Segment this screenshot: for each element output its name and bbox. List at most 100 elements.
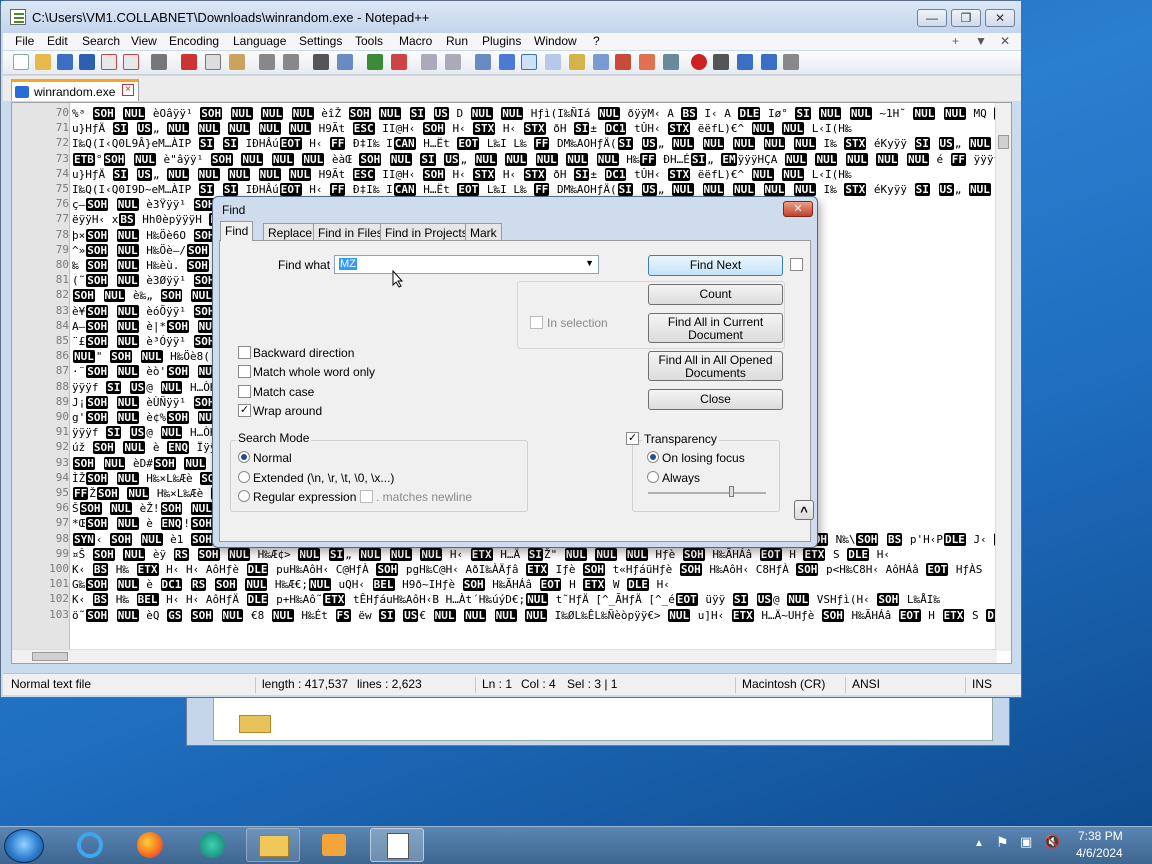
network-icon[interactable]: ▣ (1020, 834, 1032, 850)
record-macro-icon[interactable] (691, 54, 707, 70)
notepadpp-taskbar-icon[interactable] (370, 828, 424, 862)
stop-macro-icon[interactable] (713, 54, 729, 70)
collapse-dialog-button[interactable]: ^ (794, 500, 814, 520)
indent-guide-icon[interactable] (521, 54, 537, 70)
eye-icon[interactable] (663, 54, 679, 70)
tab-find-in-projects[interactable]: Find in Projects (380, 223, 473, 241)
folder-workspace-icon[interactable] (615, 54, 631, 70)
zoom-in-icon[interactable] (367, 54, 383, 70)
close-file-icon[interactable] (101, 54, 117, 70)
menu-language[interactable]: Language (233, 34, 286, 48)
maximize-button[interactable]: ❐ (951, 9, 981, 27)
paste-icon[interactable] (229, 54, 245, 70)
action-center-flag-icon[interactable]: ⚑ (996, 834, 1009, 851)
redo-icon[interactable] (283, 54, 299, 70)
menu-run[interactable]: Run (446, 34, 468, 48)
file-explorer-icon[interactable] (246, 828, 300, 862)
vertical-scroll-thumb[interactable] (998, 135, 1009, 149)
udl-icon[interactable] (545, 54, 561, 70)
internet-explorer-icon[interactable] (64, 828, 118, 862)
transparency-slider-thumb[interactable] (729, 486, 734, 497)
find-next-option-checkbox[interactable] (790, 258, 803, 271)
menu-plugins[interactable]: Plugins (482, 34, 521, 48)
new-file-icon[interactable] (13, 54, 29, 70)
normal-mode-radio[interactable] (238, 451, 250, 463)
menu-tools[interactable]: Tools (355, 34, 383, 48)
find-what-input[interactable]: MZ (339, 258, 357, 270)
save-macro-icon[interactable] (783, 54, 799, 70)
show-hidden-icons[interactable]: ▲ (974, 838, 984, 849)
find-all-current-button[interactable]: Find All in Current Document (648, 313, 783, 343)
start-button[interactable] (4, 829, 44, 863)
transparency-slider-track[interactable] (648, 492, 766, 494)
menu-edit[interactable]: Edit (47, 34, 68, 48)
close-all-icon[interactable] (123, 54, 139, 70)
menu-file[interactable]: File (15, 34, 34, 48)
menu-help[interactable]: ? (593, 34, 600, 48)
always-radio[interactable] (647, 471, 659, 483)
zoom-out-icon[interactable] (391, 54, 407, 70)
menu-view[interactable]: View (131, 34, 157, 48)
doc-map-icon[interactable] (569, 54, 585, 70)
tab-replace[interactable]: Replace (263, 223, 318, 241)
menu-search[interactable]: Search (82, 34, 120, 48)
minimize-button[interactable]: — (917, 9, 947, 27)
clock-date[interactable]: 4/6/2024 (1076, 846, 1123, 860)
firefox-icon[interactable] (124, 828, 178, 862)
menu-macro[interactable]: Macro (399, 34, 432, 48)
find-next-button[interactable]: Find Next (648, 255, 783, 276)
extended-mode-radio[interactable] (238, 471, 250, 483)
function-list-icon[interactable] (593, 54, 609, 70)
menu-encoding[interactable]: Encoding (169, 34, 219, 48)
count-button[interactable]: Count (648, 284, 783, 305)
file-tab[interactable]: winrandom.exe × (11, 79, 139, 101)
horizontal-scroll-thumb[interactable] (32, 652, 68, 661)
find-what-combo[interactable]: MZ ▼ (334, 255, 599, 274)
show-all-chars-icon[interactable] (499, 54, 515, 70)
media-player-icon[interactable] (308, 828, 362, 862)
print-icon[interactable] (151, 54, 167, 70)
sync-vertical-icon[interactable] (421, 54, 437, 70)
status-eol[interactable]: Macintosh (CR) (735, 677, 825, 693)
close-button[interactable]: Close (648, 389, 783, 410)
find-icon[interactable] (313, 54, 329, 70)
tab-find[interactable]: Find (220, 221, 254, 241)
tab-close-icon[interactable]: × (122, 84, 134, 96)
match-whole-word-checkbox[interactable] (238, 365, 251, 378)
find-all-opened-button[interactable]: Find All in All Opened Documents (648, 351, 783, 381)
vertical-scrollbar[interactable] (995, 103, 1011, 651)
menu-window[interactable]: Window (534, 34, 577, 48)
regex-mode-radio[interactable] (238, 490, 250, 502)
sync-horizontal-icon[interactable] (445, 54, 461, 70)
menu-settings[interactable]: Settings (299, 34, 342, 48)
dropdown-arrow-icon[interactable]: ▼ (585, 258, 594, 268)
on-losing-focus-radio[interactable] (647, 451, 659, 463)
open-file-icon[interactable] (35, 54, 51, 70)
backward-direction-checkbox[interactable] (238, 346, 251, 359)
save-all-icon[interactable] (79, 54, 95, 70)
match-case-checkbox[interactable] (238, 385, 251, 398)
wrap-around-checkbox[interactable]: ✓ (238, 404, 251, 417)
play-macro-icon[interactable] (737, 54, 753, 70)
new-tab-plus-icon[interactable]: + (952, 34, 959, 48)
close-window-button[interactable]: ✕ (985, 9, 1015, 27)
horizontal-scrollbar[interactable] (12, 649, 997, 663)
copy-icon[interactable] (205, 54, 221, 70)
volume-muted-icon[interactable]: 🔇 (1044, 834, 1060, 850)
app-icon-green[interactable] (186, 828, 240, 862)
tab-mark[interactable]: Mark (465, 223, 502, 241)
run-macro-multiple-icon[interactable] (761, 54, 777, 70)
word-wrap-icon[interactable] (475, 54, 491, 70)
find-dialog-close-button[interactable]: ✕ (783, 201, 813, 217)
clock-time[interactable]: 7:38 PM (1078, 829, 1123, 843)
undo-icon[interactable] (259, 54, 275, 70)
in-selection-checkbox[interactable] (530, 316, 543, 329)
replace-icon[interactable] (337, 54, 353, 70)
cut-icon[interactable] (181, 54, 197, 70)
close-doc-icon[interactable]: ✕ (1000, 34, 1010, 48)
tab-find-in-files[interactable]: Find in Files (313, 223, 388, 241)
transparency-checkbox[interactable]: ✓ (626, 432, 639, 445)
monitoring-icon[interactable] (639, 54, 655, 70)
tab-list-down-icon[interactable]: ▼ (975, 34, 987, 48)
save-icon[interactable] (57, 54, 73, 70)
